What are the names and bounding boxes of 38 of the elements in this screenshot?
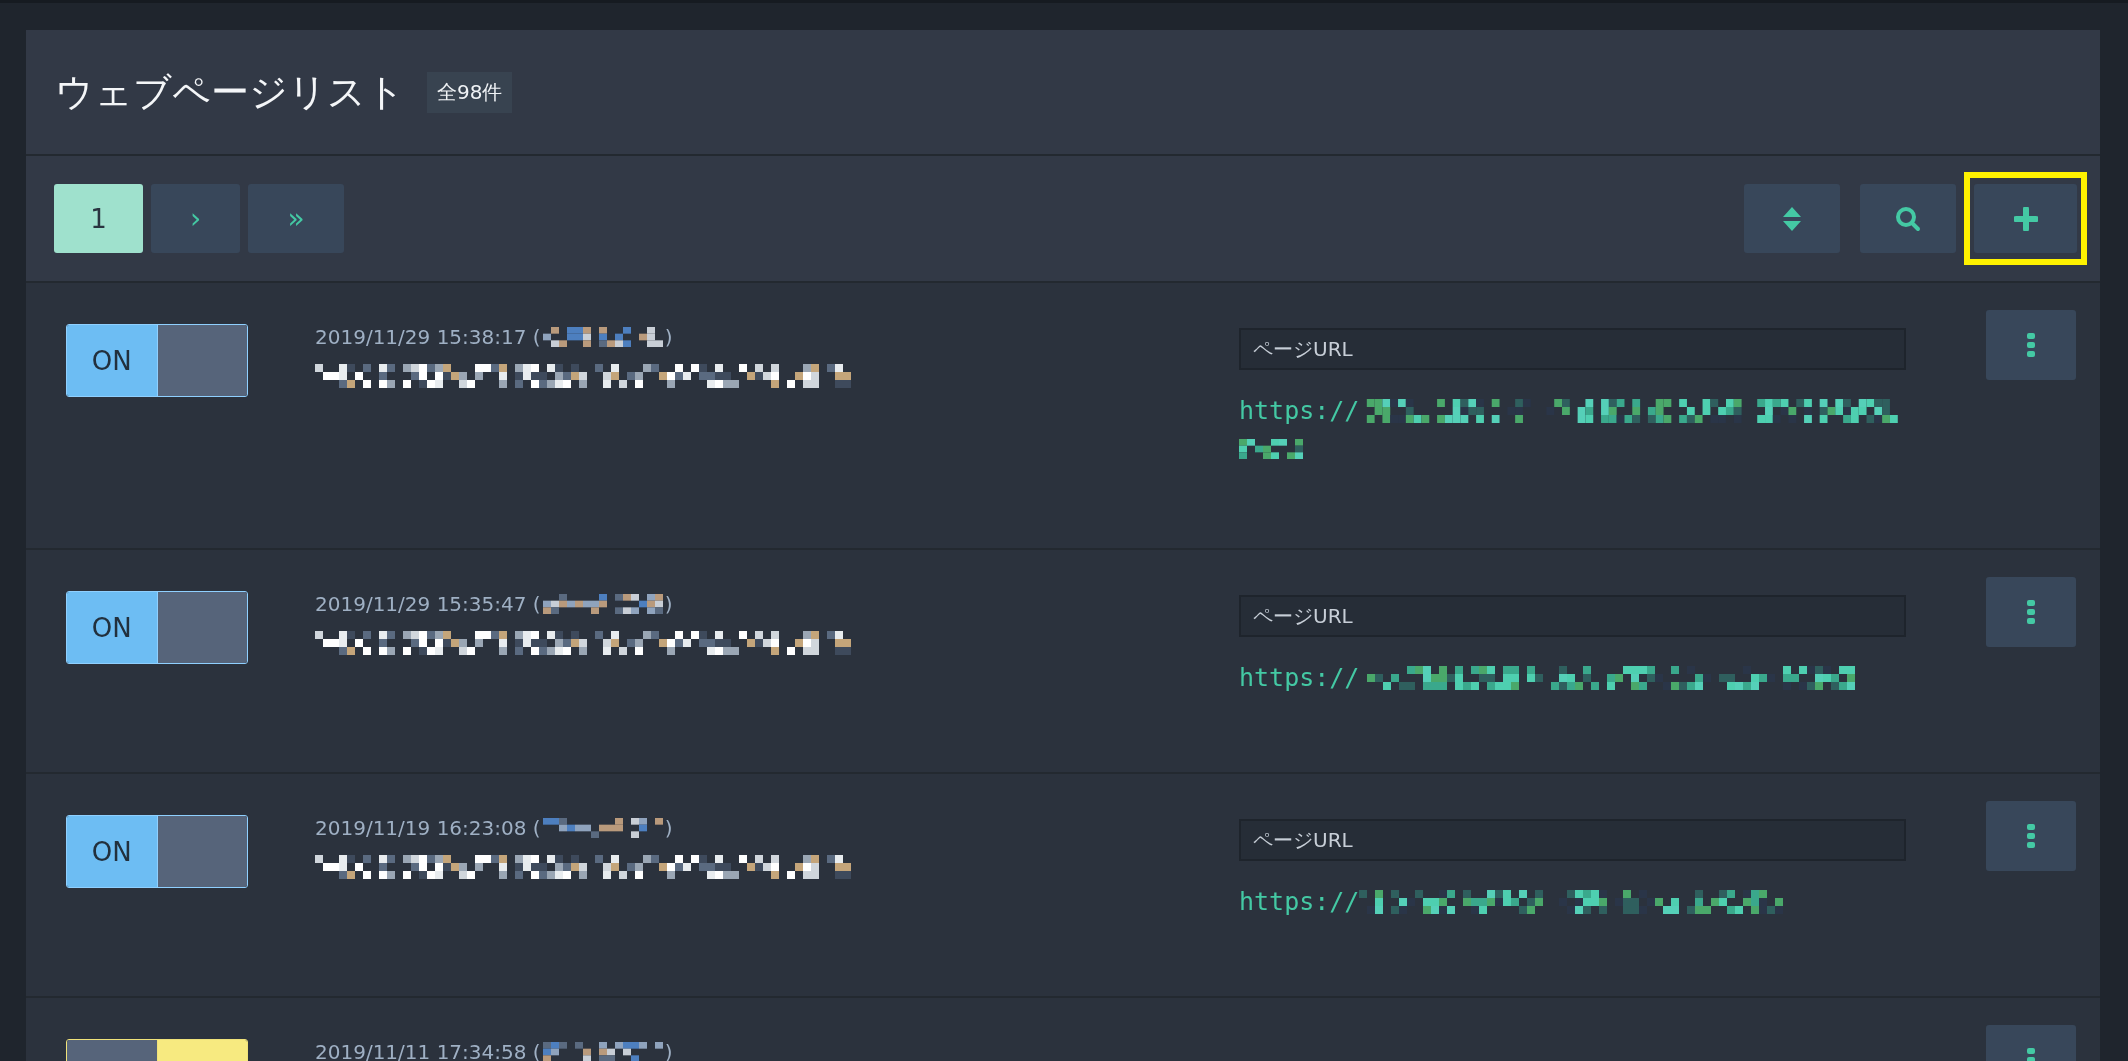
on-off-toggle[interactable]: ON bbox=[66, 591, 248, 664]
vertical-dots-icon bbox=[2027, 333, 2035, 357]
sort-button[interactable] bbox=[1744, 184, 1840, 253]
url-prefix: https:// bbox=[1239, 396, 1360, 425]
on-off-toggle[interactable]: ON bbox=[66, 324, 248, 397]
search-button[interactable] bbox=[1860, 184, 1956, 253]
url-prefix: https:// bbox=[1239, 887, 1360, 916]
url-field[interactable]: ページURL bbox=[1239, 819, 1906, 861]
more-menu-button[interactable] bbox=[1986, 577, 2076, 647]
url-prefix: https:// bbox=[1239, 663, 1360, 692]
updated-date: 2019/11/19 16:23:08 ( bbox=[315, 816, 541, 840]
search-icon bbox=[1895, 205, 1921, 232]
plus-icon bbox=[2013, 206, 2038, 231]
page-title: ウェブページリスト bbox=[55, 68, 405, 116]
toggle-label: ON bbox=[91, 612, 132, 643]
closing-parenthesis: ) bbox=[664, 1040, 673, 1061]
more-menu-button[interactable] bbox=[1986, 310, 2076, 380]
closing-parenthesis: ) bbox=[664, 592, 673, 616]
add-button[interactable] bbox=[1974, 184, 2077, 253]
mosaic-drawing bbox=[1239, 439, 1303, 459]
updated-date: 2019/11/29 15:38:17 ( bbox=[315, 325, 541, 349]
updated-date: 2019/11/11 17:34:58 ( bbox=[315, 1040, 541, 1061]
url-field[interactable]: ページURL bbox=[1239, 328, 1906, 370]
closing-parenthesis: ) bbox=[664, 816, 673, 840]
count-badge: 全98件 bbox=[427, 71, 513, 113]
on-off-toggle[interactable]: ON bbox=[66, 815, 248, 888]
toggle-label: ON bbox=[91, 345, 132, 376]
vertical-dots-icon bbox=[2027, 600, 2035, 624]
url-field[interactable]: ページURL bbox=[1239, 595, 1906, 637]
vertical-dots-icon bbox=[2027, 824, 2035, 848]
more-menu-button[interactable] bbox=[1986, 801, 2076, 871]
closing-parenthesis: ) bbox=[664, 325, 673, 349]
pagination-button[interactable]: 1 bbox=[54, 184, 143, 253]
pagination-button[interactable]: » bbox=[248, 184, 344, 253]
pagination-button[interactable]: › bbox=[151, 184, 240, 253]
toggle-label: ON bbox=[91, 836, 132, 867]
updated-date: 2019/11/29 15:35:47 ( bbox=[315, 592, 541, 616]
sort-icon bbox=[1782, 205, 1802, 232]
